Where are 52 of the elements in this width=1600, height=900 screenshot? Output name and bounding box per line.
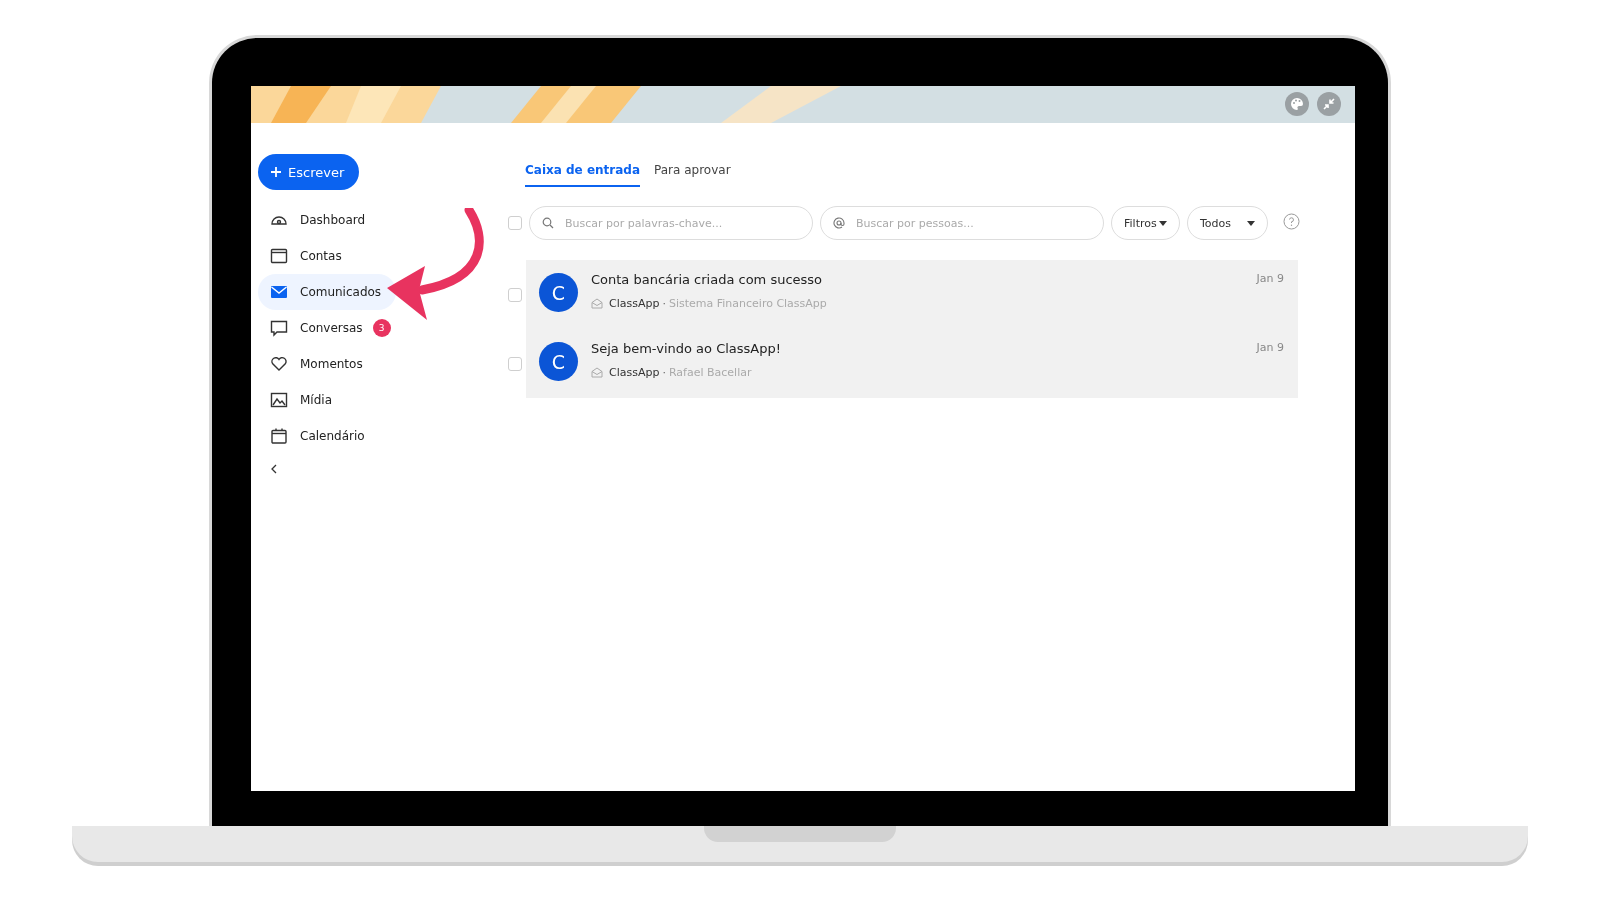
row-checkbox[interactable] (508, 287, 522, 302)
caret-icon (1247, 220, 1255, 226)
message-title[interactable]: Conta bancária criada com sucesso (591, 272, 1244, 287)
collapse-button[interactable] (270, 464, 278, 474)
compose-button[interactable]: Escrever (258, 154, 360, 190)
nav-item[interactable]: Conversas 3 (258, 310, 396, 346)
nav-item[interactable]: Calendário (258, 418, 396, 454)
message-date: Jan 9 (1256, 272, 1284, 287)
separator-dot: · (662, 297, 666, 310)
nav-item[interactable]: Contas (258, 238, 396, 274)
select-all-checkbox[interactable] (508, 216, 522, 230)
envelope-icon (270, 283, 288, 301)
nav-label: Comunicados (300, 285, 382, 299)
nav-label: Mídia (300, 393, 332, 407)
separator-dot: · (662, 366, 666, 379)
message-sender: ClassApp (609, 366, 660, 379)
avatar: C (539, 342, 578, 381)
open-envelope-icon (591, 367, 603, 378)
nav-label: Conversas (300, 321, 363, 335)
filter-dropdown[interactable]: Filtros (1111, 206, 1180, 240)
people-search-field[interactable]: Buscar por pessoas... (820, 206, 1104, 240)
search-icon (542, 217, 554, 229)
keyword-search-field[interactable]: Buscar por palavras-chave... (529, 206, 813, 240)
at-sign-icon (833, 217, 845, 229)
nav-label: Dashboard (300, 213, 366, 227)
message-date: Jan 9 (1256, 341, 1284, 356)
heart-icon (270, 355, 288, 373)
help-icon[interactable] (1283, 212, 1300, 230)
nav-label: Momentos (300, 357, 363, 371)
nav-label: Calendário (300, 429, 365, 443)
message-title[interactable]: Seja bem-vindo ao ClassApp! (591, 341, 1244, 356)
avatar: C (539, 273, 578, 312)
unread-count: 3 (372, 319, 391, 337)
filter-dropdown[interactable]: Todos (1187, 206, 1268, 240)
tab[interactable]: Para aprovar (654, 159, 731, 187)
image-icon (270, 391, 288, 409)
calendar-icon (270, 427, 288, 445)
open-envelope-icon (591, 298, 603, 309)
nav-item[interactable]: Mídia (258, 382, 396, 418)
tab[interactable]: Caixa de entrada (525, 159, 641, 187)
nav-item[interactable]: Dashboard (258, 202, 396, 238)
nav-item[interactable]: Momentos (258, 346, 396, 382)
message-source: Sistema Financeiro ClassApp (668, 297, 827, 310)
row-checkbox[interactable] (508, 356, 522, 371)
message-sender: ClassApp (609, 297, 660, 310)
nav-item[interactable]: Comunicados (258, 274, 396, 310)
plus-icon (270, 166, 282, 178)
chat-icon (270, 319, 288, 337)
nav-label: Contas (300, 249, 342, 263)
window-icon (270, 247, 288, 265)
message-source: Rafael Bacellar (668, 366, 752, 379)
caret-icon (1159, 220, 1167, 226)
